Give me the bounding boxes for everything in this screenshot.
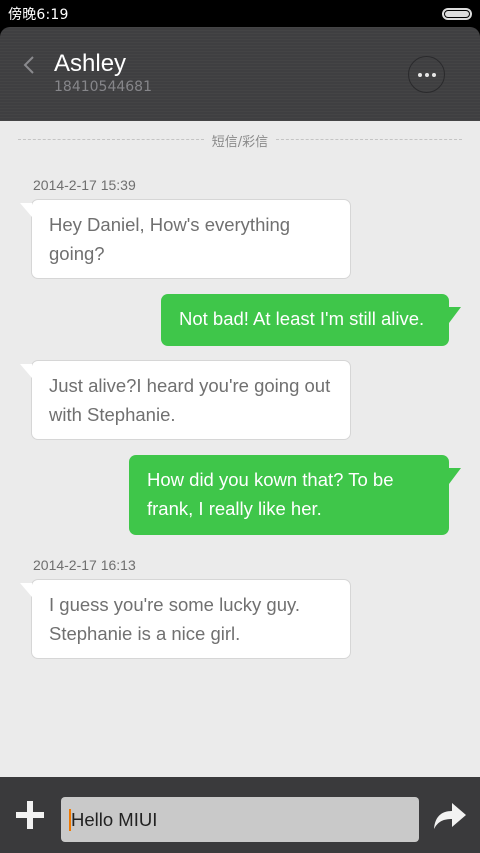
more-dots-icon <box>431 72 436 77</box>
message-timestamp: 2014-2-17 15:39 <box>33 177 136 193</box>
bubble-tail <box>449 468 461 484</box>
status-bar: 傍晚6:19 <box>0 0 480 27</box>
status-time: 傍晚6:19 <box>8 7 69 23</box>
battery-level <box>445 11 469 17</box>
message-text: Not bad! At least I'm still alive. <box>179 308 425 329</box>
message-list[interactable]: 短信/彩信 2014-2-17 15:39 Hey Daniel, How's … <box>0 121 480 777</box>
divider-line <box>276 139 462 140</box>
divider-line <box>18 139 204 140</box>
plus-icon <box>27 801 33 829</box>
bubble-tail <box>449 307 461 323</box>
channel-label: 短信/彩信 <box>211 135 269 150</box>
message-input[interactable]: Hello MIUI <box>61 797 419 842</box>
conversation-header: Ashley 18410544681 <box>0 27 480 121</box>
channel-divider: 短信/彩信 <box>18 131 462 150</box>
more-options-button[interactable] <box>408 56 445 93</box>
bubble-tail <box>20 364 32 378</box>
message-text: How did you kown that? To be frank, I re… <box>147 469 394 519</box>
message-text: Just alive?I heard you're going out with… <box>49 375 331 425</box>
more-dots-icon <box>424 72 429 77</box>
contact-name: Ashley <box>54 50 127 77</box>
message-input-value: Hello MIUI <box>71 808 158 830</box>
message-timestamp: 2014-2-17 16:13 <box>33 557 136 573</box>
outgoing-message[interactable]: Not bad! At least I'm still alive. <box>161 294 461 346</box>
bubble-tail <box>20 203 32 217</box>
more-dots-icon <box>417 72 422 77</box>
chevron-left-icon <box>23 56 34 74</box>
composer-bar: Hello MIUI <box>0 777 480 853</box>
message-text: I guess you're some lucky guy. Stephanie… <box>49 594 300 644</box>
add-attachment-button[interactable] <box>14 799 46 831</box>
battery-icon <box>442 8 472 20</box>
incoming-message[interactable]: I guess you're some lucky guy. Stephanie… <box>20 579 351 659</box>
back-button[interactable] <box>14 49 44 81</box>
incoming-message[interactable]: Just alive?I heard you're going out with… <box>20 360 351 440</box>
bubble-tail <box>20 583 32 597</box>
message-text: Hey Daniel, How's everything going? <box>49 214 291 264</box>
send-arrow-icon <box>434 803 466 829</box>
contact-number: 18410544681 <box>54 79 152 95</box>
incoming-message[interactable]: Hey Daniel, How's everything going? <box>20 199 351 279</box>
outgoing-message[interactable]: How did you kown that? To be frank, I re… <box>129 455 461 535</box>
send-button[interactable] <box>432 801 468 831</box>
